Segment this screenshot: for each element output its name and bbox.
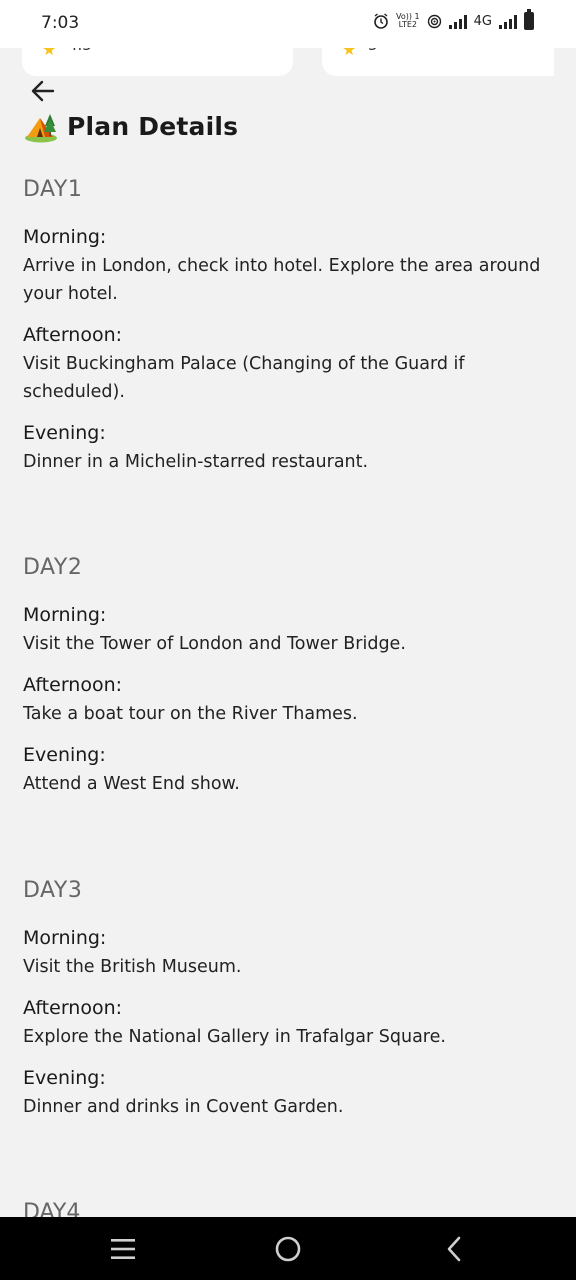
- battery-icon: [524, 9, 534, 30]
- day-label: DAY2: [23, 555, 83, 580]
- period-text: Take a boat tour on the River Thames.: [23, 704, 358, 724]
- hotspot-icon: [427, 14, 441, 28]
- system-nav-bar: [0, 1217, 576, 1280]
- back-chevron-icon: [447, 1236, 461, 1261]
- period-text: Dinner in a Michelin-starred restaurant.: [23, 452, 369, 472]
- day-section: DAY3 Morning: Visit the British Museum. …: [23, 861, 543, 1184]
- period-text: Visit Buckingham Palace (Changing of the…: [23, 354, 465, 402]
- day-section: DAY2 Morning: Visit the Tower of London …: [23, 538, 543, 861]
- morning-block: Morning: Visit the Tower of London and T…: [23, 604, 543, 658]
- evening-block: Evening: Dinner in a Michelin-starred re…: [23, 422, 543, 476]
- camping-tent-icon: [25, 114, 57, 143]
- period-label: Evening:: [23, 1067, 106, 1089]
- back-arrow-icon[interactable]: [28, 76, 58, 106]
- period-text: Explore the National Gallery in Trafalga…: [23, 1027, 446, 1047]
- home-circle-icon: [275, 1236, 301, 1261]
- status-time: 7:03: [41, 13, 80, 33]
- page-header: Plan Details: [23, 108, 238, 144]
- morning-block: Morning: Visit the British Museum.: [23, 927, 543, 981]
- status-bar: 7:03 Vo)) 1 LTE2 4G: [0, 0, 576, 48]
- back-button[interactable]: [424, 1217, 484, 1280]
- period-label: Afternoon:: [23, 997, 123, 1019]
- period-text: Dinner and drinks in Covent Garden.: [23, 1097, 344, 1117]
- page-title: Plan Details: [67, 111, 239, 141]
- plan-content[interactable]: DAY1 Morning: Arrive in London, check in…: [23, 160, 543, 1184]
- evening-block: Evening: Dinner and drinks in Covent Gar…: [23, 1067, 543, 1121]
- status-icons: Vo)) 1 LTE2 4G: [373, 9, 534, 30]
- period-text: Attend a West End show.: [23, 774, 240, 794]
- period-label: Afternoon:: [23, 674, 123, 696]
- morning-block: Morning: Arrive in London, check into ho…: [23, 226, 543, 308]
- period-label: Morning:: [23, 927, 107, 949]
- volte-indicator: Vo)) 1 LTE2: [396, 12, 420, 29]
- period-label: Afternoon:: [23, 324, 123, 346]
- recents-icon: [111, 1238, 135, 1259]
- signal-icon: [448, 14, 467, 29]
- day-label: DAY3: [23, 878, 83, 903]
- afternoon-block: Afternoon: Visit Buckingham Palace (Chan…: [23, 324, 543, 406]
- period-text: Visit the British Museum.: [23, 957, 242, 977]
- day-label: DAY1: [23, 177, 83, 202]
- afternoon-block: Afternoon: Take a boat tour on the River…: [23, 674, 543, 728]
- recents-button[interactable]: [93, 1217, 153, 1280]
- home-button[interactable]: [258, 1217, 318, 1280]
- period-text: Arrive in London, check into hotel. Expl…: [23, 256, 541, 304]
- network-type: 4G: [473, 13, 492, 29]
- period-label: Evening:: [23, 422, 106, 444]
- signal-icon-2: [499, 14, 517, 29]
- period-text: Visit the Tower of London and Tower Brid…: [23, 634, 406, 654]
- period-label: Evening:: [23, 744, 106, 766]
- evening-block: Evening: Attend a West End show.: [23, 744, 543, 798]
- period-label: Morning:: [23, 226, 107, 248]
- day-section: DAY1 Morning: Arrive in London, check in…: [23, 160, 543, 538]
- alarm-icon: [374, 13, 388, 29]
- afternoon-block: Afternoon: Explore the National Gallery …: [23, 997, 543, 1051]
- period-label: Morning:: [23, 604, 107, 626]
